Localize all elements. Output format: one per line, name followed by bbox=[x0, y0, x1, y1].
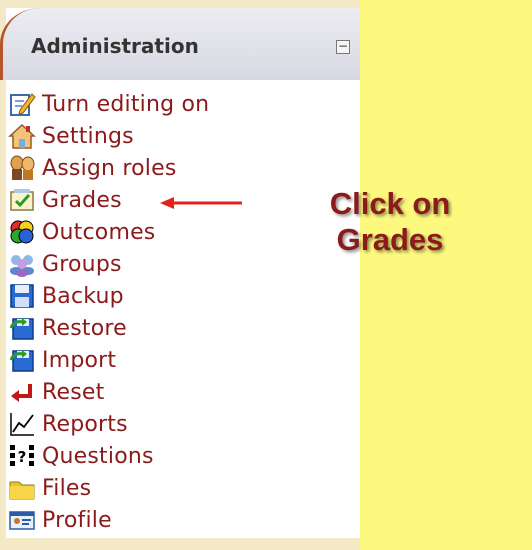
menu-item-profile[interactable]: Profile bbox=[8, 504, 209, 536]
collapse-button[interactable]: − bbox=[336, 40, 350, 54]
block-header: Administration − bbox=[0, 8, 360, 80]
pointer-arrow bbox=[160, 197, 242, 209]
administration-block: Administration − Turn editing on Setting… bbox=[0, 0, 360, 550]
menu-item-label: Reset bbox=[42, 379, 105, 405]
menu-item-label: Assign roles bbox=[42, 155, 177, 181]
outcomes-icon bbox=[8, 218, 36, 246]
admin-menu: Turn editing on Settings Assign roles Gr… bbox=[8, 88, 209, 536]
profile-icon bbox=[8, 506, 36, 534]
menu-item-label: Turn editing on bbox=[42, 91, 210, 117]
files-icon bbox=[8, 474, 36, 502]
menu-item-questions[interactable]: ? Questions bbox=[8, 440, 209, 472]
instruction-callout: Click on Grades bbox=[300, 186, 480, 258]
menu-item-label: Settings bbox=[42, 123, 134, 149]
roles-icon bbox=[8, 154, 36, 182]
reports-icon bbox=[8, 410, 36, 438]
menu-item-outcomes[interactable]: Outcomes bbox=[8, 216, 209, 248]
menu-item-label: Groups bbox=[42, 251, 122, 277]
menu-item-label: Restore bbox=[42, 315, 127, 341]
settings-icon bbox=[8, 122, 36, 150]
backup-icon bbox=[8, 282, 36, 310]
reset-icon bbox=[8, 378, 36, 406]
menu-item-label: Reports bbox=[42, 411, 128, 437]
questions-icon: ? bbox=[8, 442, 36, 470]
restore-icon bbox=[8, 314, 36, 342]
menu-item-restore[interactable]: Restore bbox=[8, 312, 209, 344]
svg-text:?: ? bbox=[18, 448, 27, 466]
menu-item-settings[interactable]: Settings bbox=[8, 120, 209, 152]
menu-item-files[interactable]: Files bbox=[8, 472, 209, 504]
edit-icon bbox=[8, 90, 36, 118]
groups-icon bbox=[8, 250, 36, 278]
callout-line-2: Grades bbox=[336, 222, 444, 257]
import-icon bbox=[8, 346, 36, 374]
menu-item-label: Backup bbox=[42, 283, 124, 309]
menu-item-reset[interactable]: Reset bbox=[8, 376, 209, 408]
menu-item-import[interactable]: Import bbox=[8, 344, 209, 376]
menu-item-label: Profile bbox=[42, 507, 112, 533]
menu-item-label: Import bbox=[42, 347, 117, 373]
annotation-panel bbox=[360, 0, 532, 550]
menu-item-turn-editing-on[interactable]: Turn editing on bbox=[8, 88, 209, 120]
menu-item-assign-roles[interactable]: Assign roles bbox=[8, 152, 209, 184]
menu-item-label: Files bbox=[42, 475, 92, 501]
menu-item-label: Grades bbox=[42, 187, 122, 213]
menu-item-label: Questions bbox=[42, 443, 154, 469]
block-title: Administration bbox=[31, 34, 199, 58]
grades-icon bbox=[8, 186, 36, 214]
menu-item-backup[interactable]: Backup bbox=[8, 280, 209, 312]
menu-item-label: Outcomes bbox=[42, 219, 156, 245]
menu-item-groups[interactable]: Groups bbox=[8, 248, 209, 280]
menu-item-reports[interactable]: Reports bbox=[8, 408, 209, 440]
callout-line-1: Click on bbox=[329, 186, 451, 221]
